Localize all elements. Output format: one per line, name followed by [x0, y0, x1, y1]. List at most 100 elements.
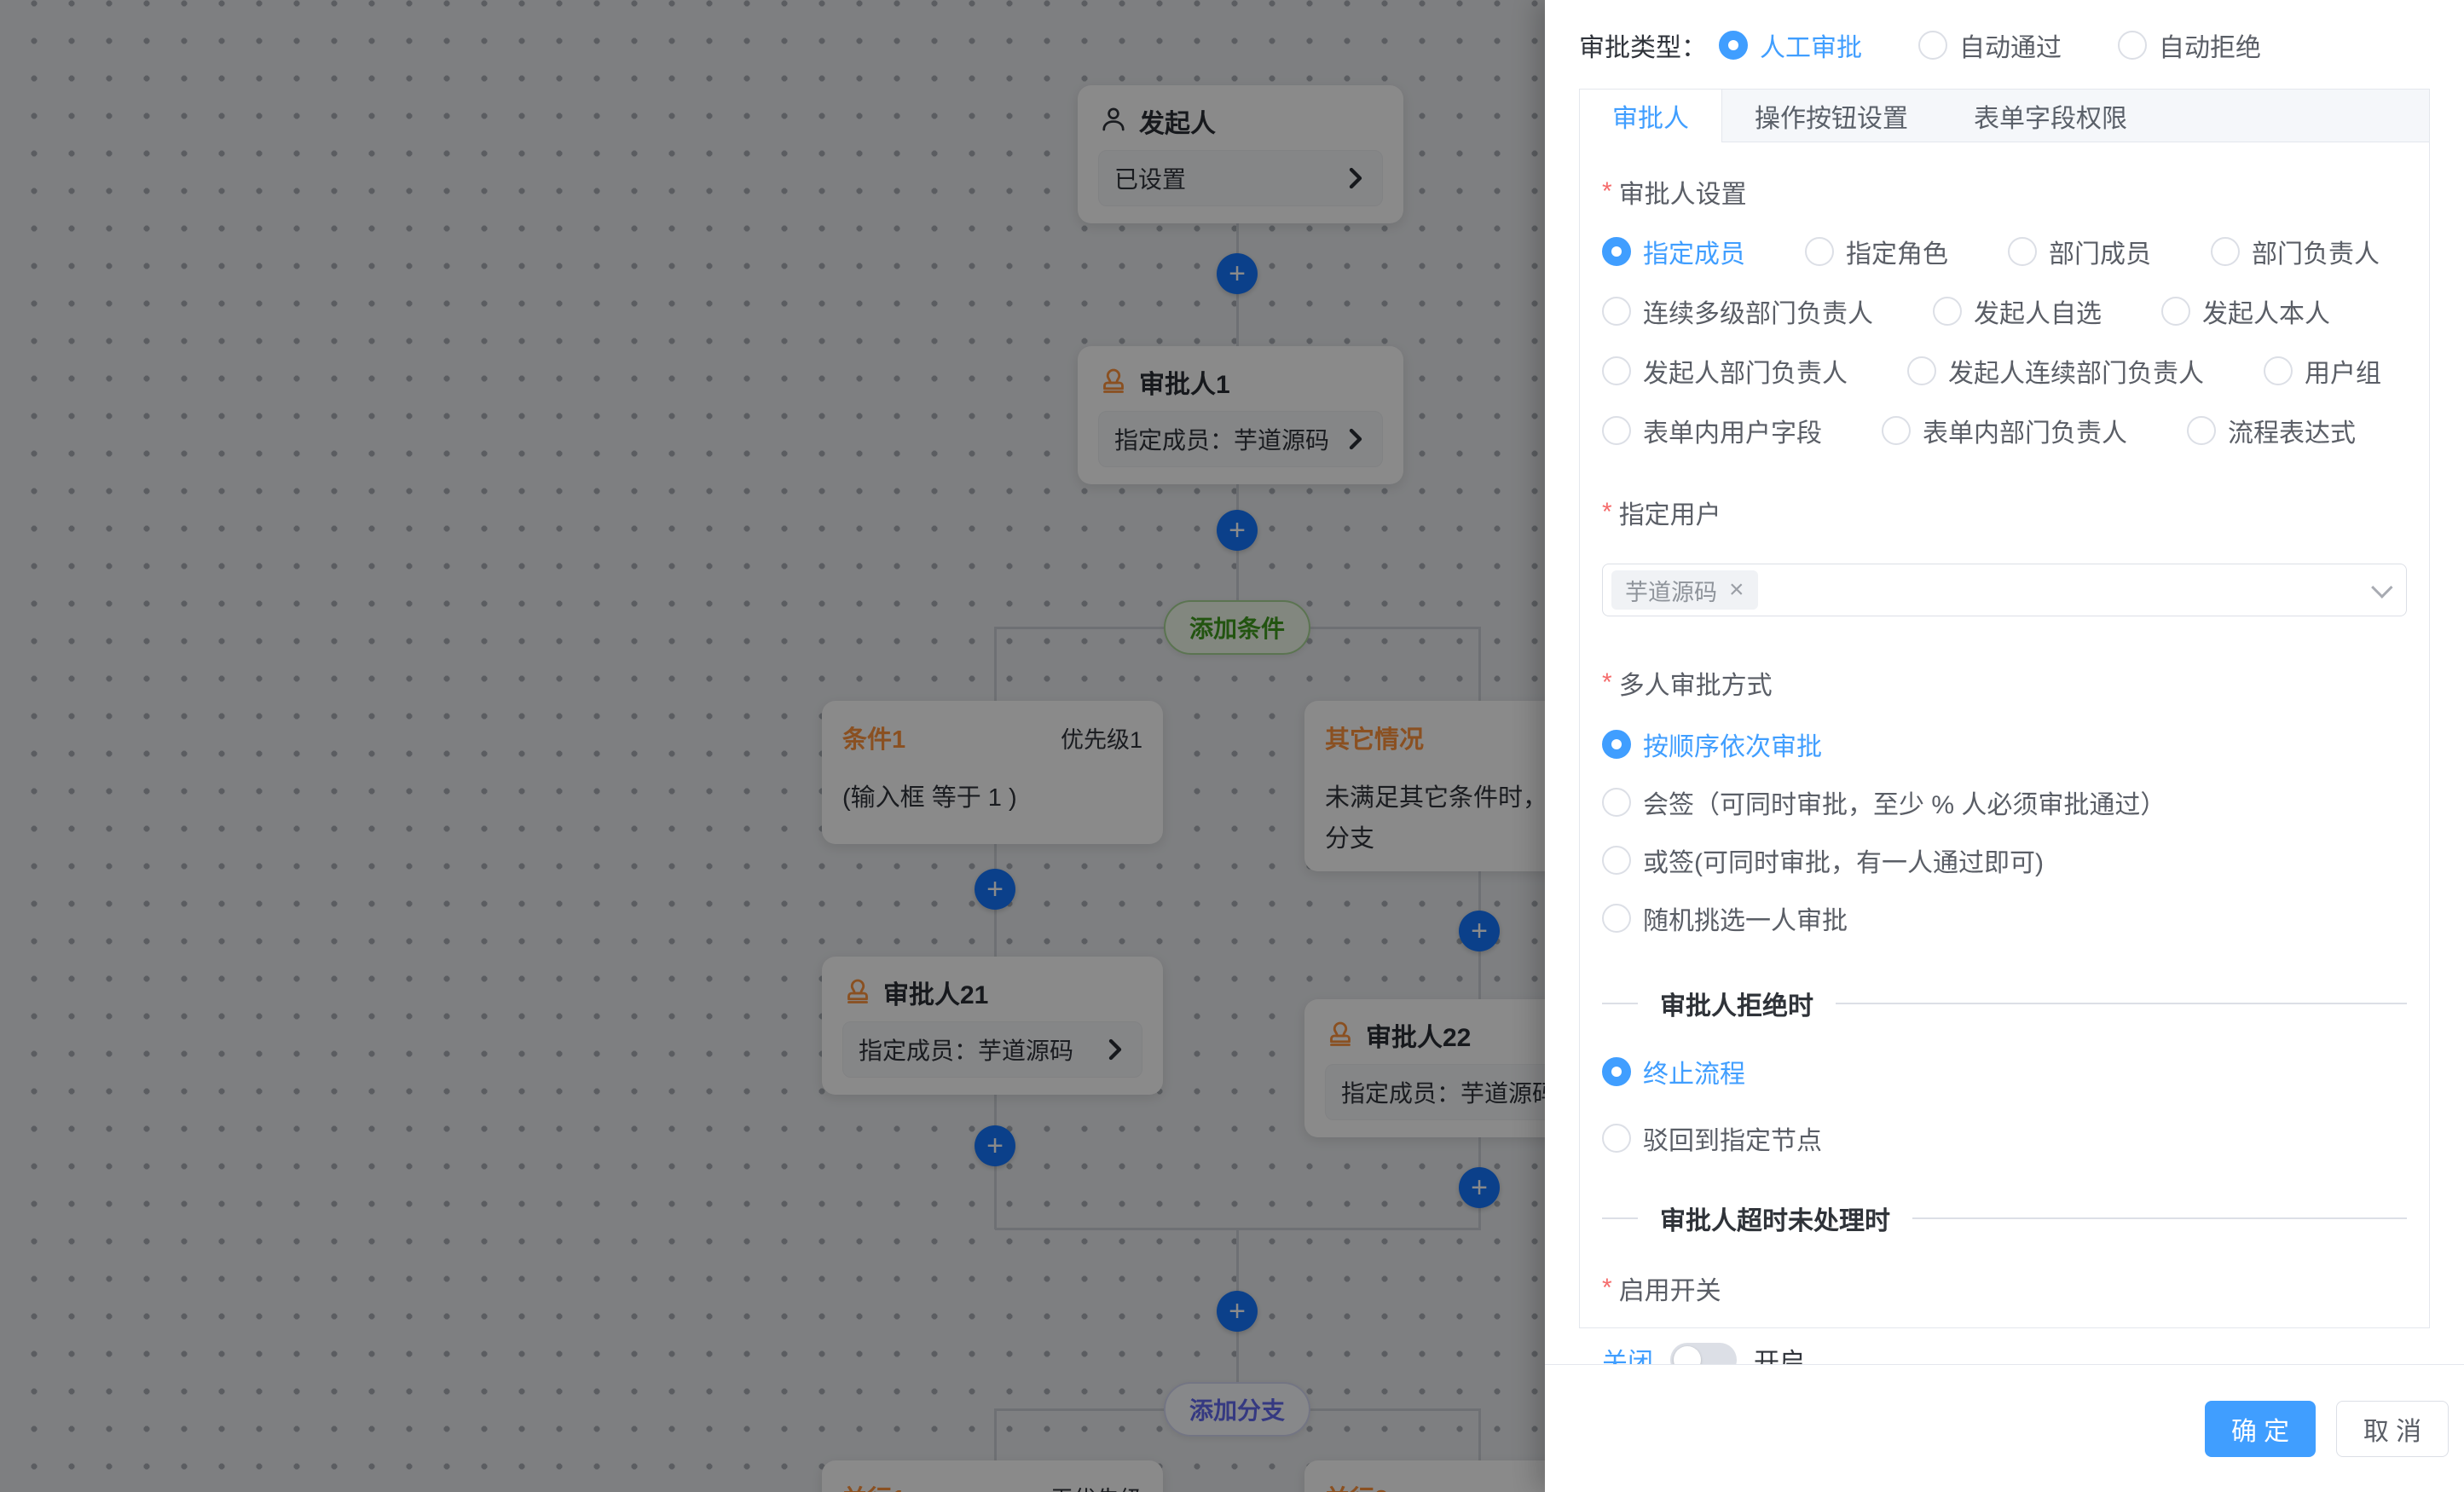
approve-type-label: 审批类型：	[1579, 26, 1707, 64]
settings-tabs: 审批人 操作按钮设置 表单字段权限 审批人设置 指定成员 指定角色 部门成员 部门负责…	[1579, 89, 2430, 1328]
radio-option[interactable]: 表单内部门负责人	[1882, 412, 2127, 449]
approver-setting-label: 审批人设置	[1602, 173, 2407, 211]
timeout-toggle[interactable]	[1670, 1343, 1737, 1364]
radio-option[interactable]: 用户组	[2264, 352, 2381, 390]
radio-circle-icon	[1907, 356, 1936, 385]
radio-label: 按顺序依次审批	[1643, 726, 1822, 763]
radio-circle-icon	[1805, 237, 1834, 266]
enable-switch-label: 启用开关	[1602, 1269, 2407, 1307]
multi-mode-label: 多人审批方式	[1602, 664, 2407, 702]
timeout-switch-row: 关闭 开启	[1602, 1341, 2407, 1364]
switch-off-label: 关闭	[1602, 1341, 1653, 1364]
multi-mode-radio-group: 按顺序依次审批会签（可同时审批，至少 % 人必须审批通过） 或签(可同时审批，有一…	[1602, 726, 2407, 937]
radio-label: 连续多级部门负责人	[1643, 292, 1873, 330]
radio-label: 指定成员	[1643, 233, 1745, 270]
approver-setting-row3: 发起人部门负责人 发起人连续部门负责人 用户组	[1602, 352, 2407, 390]
radio-option[interactable]: 人工审批	[1719, 26, 1862, 64]
reject-section-divider: 审批人拒绝时	[1602, 985, 2407, 1022]
radio-option[interactable]: 驳回到指定节点	[1602, 1119, 1822, 1157]
radio-label: 表单内用户字段	[1643, 412, 1822, 449]
radio-circle-icon	[2161, 297, 2190, 326]
tab-header: 审批人 操作按钮设置 表单字段权限	[1580, 90, 2429, 142]
radio-circle-icon	[1602, 356, 1631, 385]
radio-circle-icon	[2118, 31, 2147, 60]
radio-option[interactable]: 部门负责人	[2211, 233, 2380, 270]
radio-label: 部门负责人	[2252, 233, 2380, 270]
radio-circle-icon	[1602, 1124, 1631, 1153]
reject-radio-group: 终止流程驳回到指定节点	[1602, 1053, 2407, 1157]
radio-option[interactable]: 终止流程	[1602, 1053, 1745, 1090]
radio-label: 随机挑选一人审批	[1643, 899, 1848, 937]
radio-circle-icon	[1882, 416, 1911, 445]
radio-option[interactable]: 或签(可同时审批，有一人通过即可)	[1602, 841, 2044, 879]
user-tag-text: 芋道源码	[1625, 574, 1717, 607]
radio-circle-icon	[1602, 1057, 1631, 1086]
switch-on-label: 开启	[1754, 1341, 1805, 1364]
radio-label: 发起人部门负责人	[1643, 352, 1848, 390]
radio-circle-icon	[2264, 356, 2293, 385]
radio-option[interactable]: 会签（可同时审批，至少 % 人必须审批通过）	[1602, 784, 2166, 821]
timeout-section-divider: 审批人超时未处理时	[1602, 1200, 2407, 1237]
radio-label: 驳回到指定节点	[1643, 1119, 1822, 1157]
radio-label: 用户组	[2305, 352, 2381, 390]
radio-circle-icon	[2211, 237, 2240, 266]
radio-label: 表单内部门负责人	[1923, 412, 2127, 449]
approve-type-radio-group: 人工审批 自动通过 自动拒绝	[1719, 26, 2261, 64]
tab-content-approver: 审批人设置 指定成员指定角色部门成员部门负责人 连续多级部门负责人发起人自选发起…	[1580, 142, 2429, 1364]
approver-settings-drawer: 审批类型： 人工审批 自动通过 自动拒绝 审批人 操作按钮设置 表单字段权限 审批人…	[1545, 0, 2464, 1492]
assign-user-select[interactable]: 芋道源码 ×	[1602, 564, 2407, 616]
user-tag: 芋道源码 ×	[1611, 570, 1758, 610]
tab-action-buttons[interactable]: 操作按钮设置	[1722, 90, 1941, 142]
radio-circle-icon	[1719, 31, 1748, 60]
tab-form-field-permissions[interactable]: 表单字段权限	[1941, 90, 2160, 142]
radio-label: 发起人自选	[1974, 292, 2102, 330]
radio-option[interactable]: 发起人自选	[1933, 292, 2102, 330]
radio-option[interactable]: 发起人本人	[2161, 292, 2330, 330]
tag-close-icon[interactable]: ×	[1729, 577, 1744, 603]
radio-option[interactable]: 部门成员	[2008, 233, 2151, 270]
radio-label: 指定角色	[1846, 233, 1948, 270]
radio-circle-icon	[1602, 730, 1631, 759]
tab-approver[interactable]: 审批人	[1580, 90, 1722, 142]
radio-circle-icon	[1933, 297, 1962, 326]
radio-label: 自动通过	[1959, 26, 2062, 64]
radio-circle-icon	[1602, 416, 1631, 445]
radio-circle-icon	[1602, 788, 1631, 817]
radio-label: 自动拒绝	[2159, 26, 2261, 64]
approver-setting-row2: 连续多级部门负责人 发起人自选 发起人本人	[1602, 292, 2407, 330]
drawer-footer: 确 定 取 消	[1545, 1364, 2464, 1492]
radio-option[interactable]: 发起人连续部门负责人	[1907, 352, 2204, 390]
cancel-button[interactable]: 取 消	[2336, 1401, 2449, 1457]
radio-label: 终止流程	[1643, 1053, 1745, 1090]
radio-option[interactable]: 连续多级部门负责人	[1602, 292, 1873, 330]
radio-circle-icon	[1602, 297, 1631, 326]
radio-option[interactable]: 指定成员	[1602, 233, 1745, 270]
approver-setting-row4: 表单内用户字段 表单内部门负责人 流程表达式	[1602, 412, 2407, 449]
radio-label: 人工审批	[1760, 26, 1862, 64]
radio-label: 流程表达式	[2228, 412, 2356, 449]
radio-label: 发起人本人	[2202, 292, 2330, 330]
approver-setting-row1: 指定成员 指定角色 部门成员 部门负责人	[1602, 233, 2407, 270]
radio-option[interactable]: 指定角色	[1805, 233, 1948, 270]
chevron-down-icon	[2371, 576, 2392, 598]
radio-circle-icon	[2008, 237, 2037, 266]
radio-option[interactable]: 自动拒绝	[2118, 26, 2261, 64]
confirm-button[interactable]: 确 定	[2205, 1401, 2316, 1457]
radio-circle-icon	[1602, 904, 1631, 933]
assign-user-label: 指定用户	[1602, 494, 2407, 531]
radio-option[interactable]: 流程表达式	[2187, 412, 2356, 449]
radio-label: 会签（可同时审批，至少 % 人必须审批通过）	[1643, 784, 2166, 821]
timeout-section-title: 审批人超时未处理时	[1660, 1200, 1890, 1237]
radio-option[interactable]: 随机挑选一人审批	[1602, 899, 1848, 937]
radio-option[interactable]: 按顺序依次审批	[1602, 726, 1822, 763]
radio-label: 或签(可同时审批，有一人通过即可)	[1643, 841, 2044, 879]
radio-circle-icon	[1602, 846, 1631, 875]
radio-label: 部门成员	[2049, 233, 2151, 270]
radio-circle-icon	[1918, 31, 1947, 60]
reject-section-title: 审批人拒绝时	[1660, 985, 1813, 1022]
radio-option[interactable]: 自动通过	[1918, 26, 2062, 64]
workflow-designer-screen: 发起人 已设置 + 审批人1 指定成	[0, 0, 2464, 1492]
drawer-body: 审批类型： 人工审批 自动通过 自动拒绝 审批人 操作按钮设置 表单字段权限 审批人…	[1545, 0, 2464, 1364]
radio-option[interactable]: 发起人部门负责人	[1602, 352, 1848, 390]
radio-option[interactable]: 表单内用户字段	[1602, 412, 1822, 449]
